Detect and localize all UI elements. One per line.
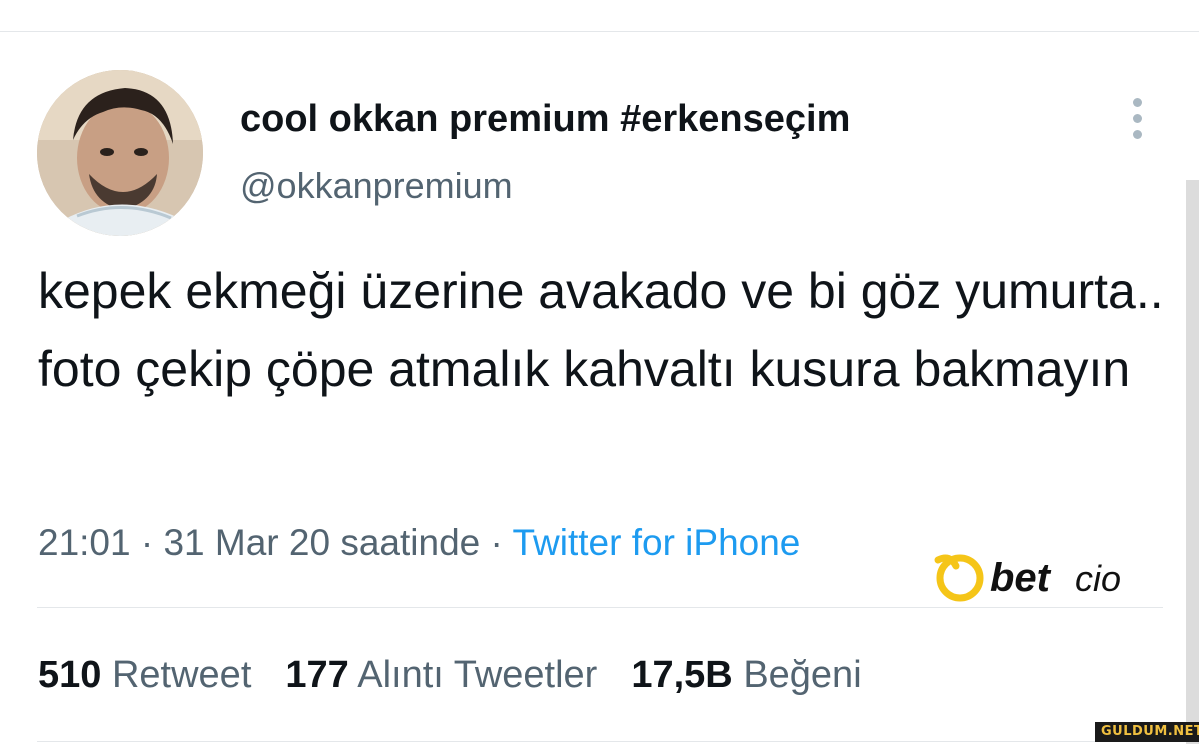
tweet-source-link[interactable]: Twitter for iPhone	[512, 522, 800, 563]
svg-text:cio: cio	[1075, 558, 1121, 599]
tweet-stats: 510 Retweet 177 Alıntı Tweetler 17,5B Be…	[38, 654, 896, 697]
more-vertical-icon	[1133, 98, 1142, 107]
quotes-stat[interactable]: 177 Alıntı Tweetler	[285, 654, 597, 697]
stats-top-divider	[37, 607, 1163, 608]
more-vertical-icon-dot	[1133, 130, 1142, 139]
retweets-count: 510	[38, 654, 102, 696]
betcio-logo: bet cio betcio	[932, 548, 1121, 602]
tweet-meta: 21:01 · 31 Mar 20 saatinde · Twitter for…	[38, 522, 800, 564]
scrollbar[interactable]	[1186, 180, 1199, 744]
avatar-photo	[37, 70, 203, 236]
betcio-logo-text: betcio	[932, 548, 935, 549]
likes-count: 17,5B	[631, 654, 733, 696]
avatar[interactable]	[37, 70, 203, 236]
quotes-count: 177	[285, 654, 349, 696]
likes-stat[interactable]: 17,5B Beğeni	[631, 654, 861, 697]
more-options-button[interactable]	[1125, 96, 1149, 142]
author-display-name[interactable]: cool okkan premium #erkenseçim	[240, 98, 850, 141]
author-handle[interactable]: @okkanpremium	[240, 165, 513, 207]
retweets-stat[interactable]: 510 Retweet	[38, 654, 251, 697]
retweets-label: Retweet	[111, 654, 252, 696]
tweet-timestamp[interactable]: 21:01 · 31 Mar 20 saatinde ·	[38, 522, 503, 563]
likes-label: Beğeni	[743, 654, 862, 696]
quotes-label: Alıntı Tweetler	[357, 654, 598, 696]
top-divider	[0, 31, 1199, 32]
site-watermark: GULDUM.NET	[1095, 722, 1199, 742]
more-vertical-icon-dot	[1133, 114, 1142, 123]
svg-text:bet: bet	[990, 556, 1052, 600]
stats-bottom-divider	[37, 741, 1163, 742]
tweet-text: kepek ekmeği üzerine avakado ve bi göz y…	[38, 263, 1164, 397]
